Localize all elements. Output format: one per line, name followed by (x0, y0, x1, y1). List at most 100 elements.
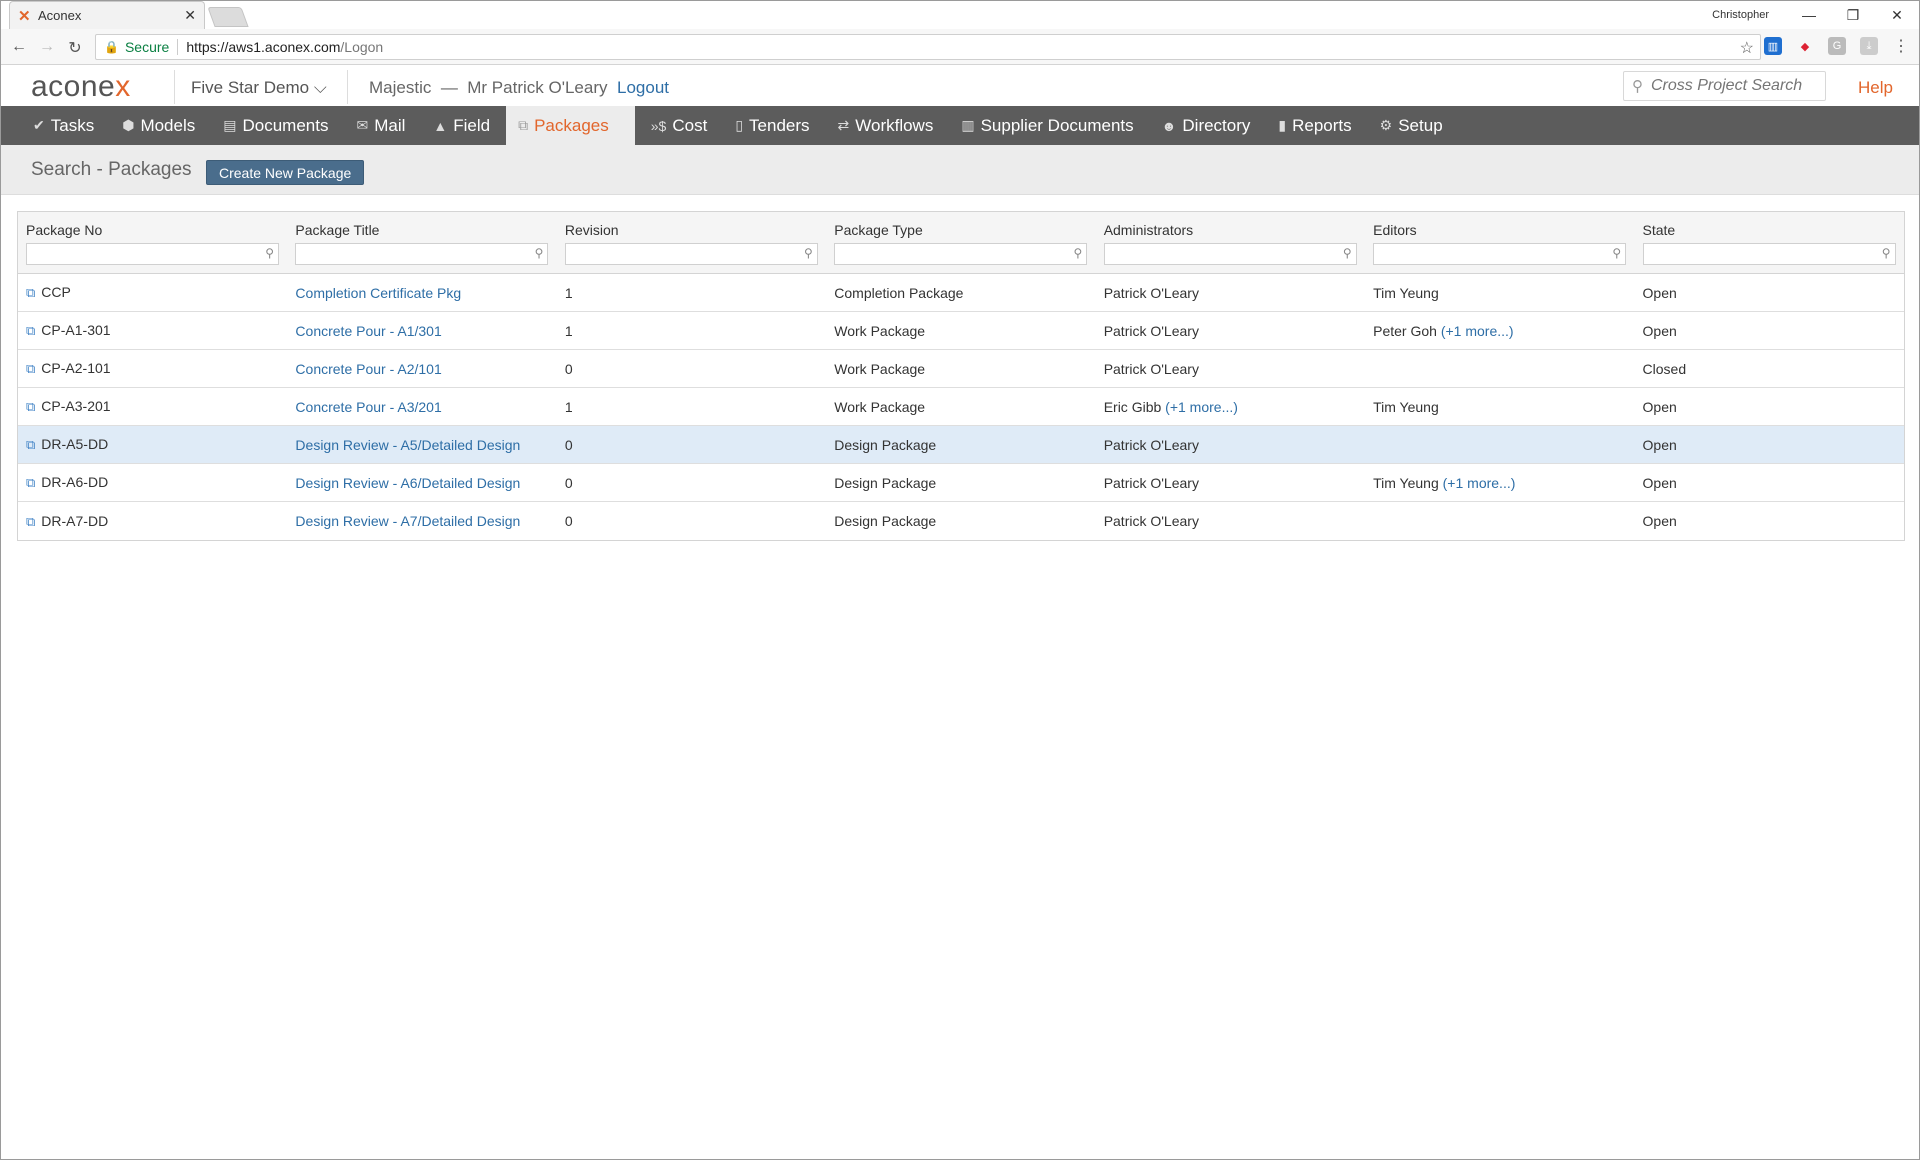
nav-workflows[interactable]: ⇄ Workflows (826, 106, 946, 145)
chrome-menu-icon[interactable]: ⋮ (1892, 37, 1910, 55)
logout-link[interactable]: Logout (617, 78, 669, 98)
nav-tasks[interactable]: ✔ Tasks (21, 106, 106, 145)
restore-icon[interactable]: ❐ (1831, 1, 1875, 29)
forward-icon[interactable]: → (37, 38, 57, 56)
package-title-link[interactable]: Concrete Pour - A2/101 (295, 361, 441, 377)
aconex-favicon-icon: ✕ (18, 7, 31, 25)
editor-name: Tim Yeung (1373, 474, 1439, 491)
project-selector[interactable]: Five Star Demo ⌵ (191, 78, 327, 98)
filter-input[interactable] (565, 244, 786, 264)
cell-package-title: Design Review - A6/Detailed Design (287, 475, 556, 491)
package-title-link[interactable]: Design Review - A6/Detailed Design (295, 475, 520, 491)
column-header-label[interactable]: Package Type (834, 222, 1095, 238)
profile-name[interactable]: Christopher (1712, 9, 1769, 21)
tab-title: Aconex (38, 8, 82, 23)
packages-table: Package No ⚲ Package Title ⚲ Revision ⚲ Pac… (17, 211, 1905, 541)
browser-tab[interactable]: ✕ Aconex ✕ (9, 1, 205, 29)
cell-administrators: Eric Gibb (+1 more...) (1096, 399, 1365, 415)
table-row[interactable]: ⧉ CCP Completion Certificate Pkg 1 Completio… (18, 274, 1904, 312)
package-icon[interactable]: ⧉ (26, 323, 35, 338)
nav-reports[interactable]: ▮ Reports (1266, 106, 1363, 145)
more-editors-link[interactable]: (+1 more...) (1443, 475, 1516, 491)
editor-name: Tim Yeung (1373, 398, 1439, 415)
close-tab-icon[interactable]: ✕ (184, 7, 196, 24)
bookmark-star-icon[interactable]: ☆ (1740, 38, 1754, 58)
editor-name: Peter Goh (1373, 322, 1437, 339)
package-title-filter[interactable]: ⚲ (295, 243, 549, 265)
package-type-filter[interactable]: ⚲ (834, 243, 1088, 265)
package-title-link[interactable]: Design Review - A5/Detailed Design (295, 437, 520, 453)
table-row[interactable]: ⧉ CP-A1-301 Concrete Pour - A1/301 1 Work Pa… (18, 312, 1904, 350)
new-tab-button[interactable] (207, 7, 249, 27)
package-icon[interactable]: ⧉ (26, 514, 35, 529)
column-header-label[interactable]: Revision (565, 222, 826, 238)
package-no-filter[interactable]: ⚲ (26, 243, 279, 265)
filter-input[interactable] (835, 244, 1056, 264)
url-bar[interactable]: 🔒 Secure https://aws1.aconex.com/Logon ☆ (95, 34, 1761, 60)
cross-project-search-input[interactable] (1651, 77, 1811, 95)
close-window-icon[interactable]: ✕ (1875, 1, 1919, 29)
column-header-label[interactable]: Package No (26, 222, 287, 238)
gear-icon: ⚙ (1379, 117, 1393, 133)
filter-input[interactable] (27, 244, 247, 264)
cell-administrators: Patrick O'Leary (1096, 437, 1365, 453)
table-row[interactable]: ⧉ CP-A3-201 Concrete Pour - A3/201 1 Work Pa… (18, 388, 1904, 426)
table-row[interactable]: ⧉ DR-A6-DD Design Review - A6/Detailed Des… (18, 464, 1904, 502)
column-header-label[interactable]: Editors (1373, 222, 1634, 238)
pocket-extension-icon[interactable]: ◆ (1796, 37, 1814, 55)
reload-icon[interactable]: ↻ (65, 38, 85, 58)
package-no: CP-A1-301 (41, 322, 111, 338)
state: Open (1642, 474, 1677, 491)
filter-input[interactable] (1643, 244, 1864, 264)
nav-directory[interactable]: ☻ Directory (1150, 106, 1263, 145)
filter-input[interactable] (296, 244, 517, 264)
nav-field[interactable]: ▲ Field (421, 106, 502, 145)
column-header-label[interactable]: State (1643, 222, 1904, 238)
revision-filter[interactable]: ⚲ (564, 243, 818, 265)
filter-input[interactable] (1374, 244, 1595, 264)
package-icon[interactable]: ⧉ (26, 361, 35, 376)
editors-filter[interactable]: ⚲ (1373, 243, 1627, 265)
package-icon[interactable]: ⧉ (26, 399, 35, 414)
trello-extension-icon[interactable]: ▥ (1764, 37, 1782, 55)
package-icon[interactable]: ⧉ (26, 475, 35, 490)
package-title-link[interactable]: Design Review - A7/Detailed Design (295, 513, 520, 529)
nav-tenders[interactable]: ▯ Tenders (723, 106, 821, 145)
nav-documents[interactable]: ▤ Documents (211, 106, 340, 145)
table-row[interactable]: ⧉ CP-A2-101 Concrete Pour - A2/101 0 Work Pa… (18, 350, 1904, 388)
cross-project-search[interactable]: ⚲ (1623, 71, 1826, 101)
package-icon[interactable]: ⧉ (26, 285, 35, 300)
more-editors-link[interactable]: (+1 more...) (1441, 323, 1514, 339)
grammarly-extension-icon[interactable]: G (1828, 37, 1846, 55)
state: Closed (1642, 360, 1687, 377)
table-row[interactable]: ⧉ DR-A7-DD Design Review - A7/Detailed Des… (18, 502, 1904, 540)
filter-input[interactable] (1104, 244, 1325, 264)
pdf-extension-icon[interactable]: ⤓ (1860, 37, 1878, 55)
package-icon[interactable]: ⧉ (26, 437, 35, 452)
column-header-label[interactable]: Package Title (295, 222, 556, 238)
search-icon: ⚲ (804, 246, 813, 260)
nav-models[interactable]: ⬢ Models (110, 106, 207, 145)
more-administrators-link[interactable]: (+1 more...) (1165, 399, 1238, 415)
administrators-filter[interactable]: ⚲ (1103, 243, 1357, 265)
nav-mail[interactable]: ✉ Mail (344, 106, 417, 145)
create-new-package-button[interactable]: Create New Package (206, 160, 365, 185)
state-filter[interactable]: ⚲ (1642, 243, 1896, 265)
cell-package-type: Work Package (826, 399, 1095, 415)
back-icon[interactable]: ← (9, 38, 29, 56)
package-title-link[interactable]: Concrete Pour - A1/301 (295, 323, 441, 339)
package-title-link[interactable]: Concrete Pour - A3/201 (295, 399, 441, 415)
nav-setup[interactable]: ⚙ Setup (1368, 106, 1455, 145)
help-link[interactable]: Help (1858, 78, 1893, 98)
nav-supplier-documents[interactable]: ▥ Supplier Documents (949, 106, 1145, 145)
package-title-link[interactable]: Completion Certificate Pkg (295, 285, 461, 301)
nav-packages[interactable]: ⧉ Packages (506, 106, 635, 145)
minimize-icon[interactable]: — (1787, 1, 1831, 29)
aconex-logo[interactable]: aconex (31, 70, 131, 104)
table-row[interactable]: ⧉ DR-A5-DD Design Review - A5/Detailed Des… (18, 426, 1904, 464)
cell-package-no: ⧉ CP-A2-101 (18, 360, 287, 377)
nav-cost[interactable]: »$ Cost (639, 106, 720, 145)
cell-package-no: ⧉ DR-A5-DD (18, 436, 287, 453)
column-header-label[interactable]: Administrators (1104, 222, 1365, 238)
package-no: DR-A6-DD (41, 474, 109, 490)
